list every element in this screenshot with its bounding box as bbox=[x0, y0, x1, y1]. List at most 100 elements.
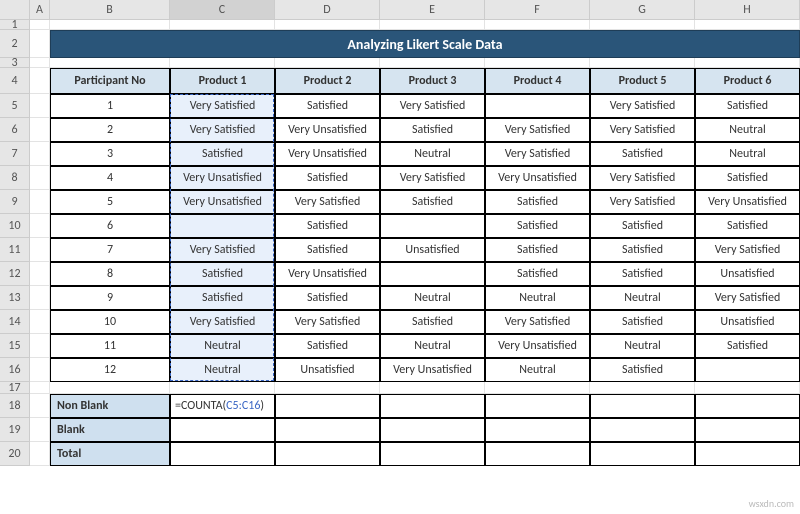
row-header-10[interactable]: 10 bbox=[0, 214, 30, 238]
summary-cell[interactable] bbox=[275, 418, 380, 442]
cell-A16[interactable] bbox=[30, 358, 50, 382]
data-cell[interactable]: Very Satisfied bbox=[695, 286, 800, 310]
data-cell[interactable]: Very Satisfied bbox=[590, 166, 695, 190]
row-header-3[interactable]: 3 bbox=[0, 58, 30, 68]
cell-A5[interactable] bbox=[30, 94, 50, 118]
participant-cell[interactable]: 9 bbox=[50, 286, 170, 310]
data-cell[interactable]: Satisfied bbox=[695, 166, 800, 190]
cell-F17[interactable] bbox=[485, 382, 590, 394]
data-cell[interactable]: Satisfied bbox=[695, 334, 800, 358]
cell-H1[interactable] bbox=[695, 20, 800, 30]
cell-A17[interactable] bbox=[30, 382, 50, 394]
data-cell[interactable]: Very Satisfied bbox=[485, 118, 590, 142]
participant-cell[interactable]: 7 bbox=[50, 238, 170, 262]
data-cell[interactable]: Satisfied bbox=[275, 166, 380, 190]
data-cell[interactable]: Satisfied bbox=[695, 214, 800, 238]
participant-cell[interactable]: 11 bbox=[50, 334, 170, 358]
cell-G3[interactable] bbox=[590, 58, 695, 68]
summary-cell[interactable] bbox=[590, 442, 695, 466]
row-header-8[interactable]: 8 bbox=[0, 166, 30, 190]
data-cell[interactable]: Neutral bbox=[590, 286, 695, 310]
data-cell[interactable]: Satisfied bbox=[590, 238, 695, 262]
data-cell[interactable]: Very Satisfied bbox=[275, 190, 380, 214]
summary-cell[interactable] bbox=[485, 418, 590, 442]
summary-cell[interactable] bbox=[275, 394, 380, 418]
cell-A4[interactable] bbox=[30, 68, 50, 94]
data-cell[interactable]: Neutral bbox=[380, 334, 485, 358]
data-cell[interactable]: Unsatisfied bbox=[695, 310, 800, 334]
cell-A8[interactable] bbox=[30, 166, 50, 190]
row-header-14[interactable]: 14 bbox=[0, 310, 30, 334]
data-cell[interactable]: Very Satisfied bbox=[485, 142, 590, 166]
cell-A1[interactable] bbox=[30, 20, 50, 30]
data-cell[interactable]: Satisfied bbox=[275, 334, 380, 358]
summary-cell[interactable] bbox=[170, 418, 275, 442]
data-cell[interactable]: Satisfied bbox=[380, 118, 485, 142]
cell-A2[interactable] bbox=[30, 30, 50, 58]
data-cell[interactable]: Satisfied bbox=[590, 262, 695, 286]
summary-label-total[interactable]: Total bbox=[50, 442, 170, 466]
cell-A3[interactable] bbox=[30, 58, 50, 68]
data-cell[interactable]: Neutral bbox=[485, 286, 590, 310]
data-cell[interactable]: Satisfied bbox=[275, 238, 380, 262]
cell-A7[interactable] bbox=[30, 142, 50, 166]
row-header-13[interactable]: 13 bbox=[0, 286, 30, 310]
data-cell[interactable]: Very Satisfied bbox=[170, 310, 275, 334]
data-cell[interactable]: Very Unsatisfied bbox=[485, 334, 590, 358]
summary-cell[interactable] bbox=[695, 394, 800, 418]
data-cell[interactable]: Very Unsatisfied bbox=[275, 262, 380, 286]
data-cell[interactable]: Satisfied bbox=[590, 142, 695, 166]
data-cell[interactable]: Satisfied bbox=[485, 238, 590, 262]
participant-cell[interactable]: 5 bbox=[50, 190, 170, 214]
row-header-19[interactable]: 19 bbox=[0, 418, 30, 442]
cell-B1[interactable] bbox=[50, 20, 170, 30]
summary-cell[interactable] bbox=[485, 442, 590, 466]
data-cell[interactable]: Very Unsatisfied bbox=[380, 358, 485, 382]
cell-D1[interactable] bbox=[275, 20, 380, 30]
col-header-A[interactable]: A bbox=[30, 0, 50, 20]
cell-C17[interactable] bbox=[170, 382, 275, 394]
cell-E1[interactable] bbox=[380, 20, 485, 30]
summary-cell[interactable] bbox=[695, 442, 800, 466]
table-header-product-6[interactable]: Product 6 bbox=[695, 68, 800, 94]
row-header-5[interactable]: 5 bbox=[0, 94, 30, 118]
cell-G17[interactable] bbox=[590, 382, 695, 394]
participant-cell[interactable]: 4 bbox=[50, 166, 170, 190]
row-header-4[interactable]: 4 bbox=[0, 68, 30, 94]
data-cell[interactable]: Very Unsatisfied bbox=[275, 118, 380, 142]
data-cell[interactable]: Unsatisfied bbox=[695, 262, 800, 286]
cell-F3[interactable] bbox=[485, 58, 590, 68]
row-header-16[interactable]: 16 bbox=[0, 358, 30, 382]
summary-cell[interactable] bbox=[380, 442, 485, 466]
row-header-15[interactable]: 15 bbox=[0, 334, 30, 358]
data-cell[interactable]: Satisfied bbox=[170, 262, 275, 286]
summary-label-non-blank[interactable]: Non Blank bbox=[50, 394, 170, 418]
table-header-product-3[interactable]: Product 3 bbox=[380, 68, 485, 94]
col-header-E[interactable]: E bbox=[380, 0, 485, 20]
cell-F1[interactable] bbox=[485, 20, 590, 30]
grid[interactable]: Participant NoProduct 1Product 2Product … bbox=[30, 20, 800, 466]
table-header-product-1[interactable]: Product 1 bbox=[170, 68, 275, 94]
select-all-corner[interactable] bbox=[0, 0, 30, 20]
data-cell[interactable] bbox=[380, 262, 485, 286]
cell-B17[interactable] bbox=[50, 382, 170, 394]
cell-A10[interactable] bbox=[30, 214, 50, 238]
data-cell[interactable]: Very Satisfied bbox=[275, 310, 380, 334]
row-header-1[interactable]: 1 bbox=[0, 20, 30, 30]
data-cell[interactable]: Satisfied bbox=[485, 190, 590, 214]
cell-D17[interactable] bbox=[275, 382, 380, 394]
cell-A19[interactable] bbox=[30, 418, 50, 442]
summary-cell[interactable] bbox=[170, 442, 275, 466]
summary-cell[interactable] bbox=[485, 394, 590, 418]
participant-cell[interactable]: 6 bbox=[50, 214, 170, 238]
data-cell[interactable]: Satisfied bbox=[590, 358, 695, 382]
data-cell[interactable] bbox=[695, 358, 800, 382]
data-cell[interactable]: Very Satisfied bbox=[590, 94, 695, 118]
row-header-2[interactable]: 2 bbox=[0, 30, 30, 58]
row-header-11[interactable]: 11 bbox=[0, 238, 30, 262]
col-header-C[interactable]: C bbox=[170, 0, 275, 20]
data-cell[interactable]: Satisfied bbox=[485, 262, 590, 286]
cell-H17[interactable] bbox=[695, 382, 800, 394]
summary-cell[interactable] bbox=[590, 394, 695, 418]
table-header-product-4[interactable]: Product 4 bbox=[485, 68, 590, 94]
